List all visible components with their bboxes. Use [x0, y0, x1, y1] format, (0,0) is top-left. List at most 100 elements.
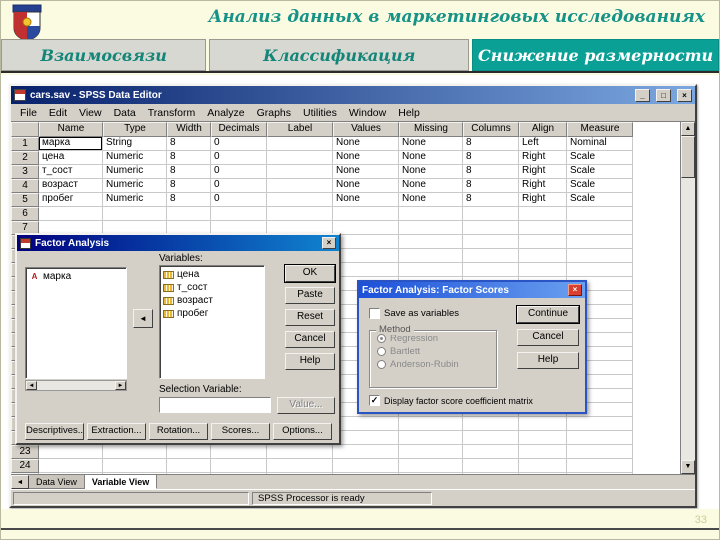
grid-cell[interactable]	[519, 235, 567, 249]
cell-align[interactable]: Right	[519, 165, 567, 179]
menu-data[interactable]: Data	[108, 106, 142, 120]
list-item[interactable]: возраст	[162, 294, 262, 307]
row-number[interactable]: 24	[11, 459, 39, 473]
list-item[interactable]: A марка	[28, 270, 124, 283]
cell-columns[interactable]: 8	[463, 179, 519, 193]
grid-cell[interactable]	[167, 445, 211, 459]
radio-anderson-rubin[interactable]: Anderson-Rubin	[370, 357, 496, 370]
list-item[interactable]: т_сост	[162, 281, 262, 294]
grid-cell[interactable]	[519, 445, 567, 459]
grid-cell[interactable]	[519, 417, 567, 431]
scroll-down-icon[interactable]: ▼	[681, 460, 695, 474]
col-header-name[interactable]: Name	[39, 122, 103, 137]
descriptives-button[interactable]: Descriptives...	[25, 423, 84, 440]
grid-cell[interactable]	[567, 417, 633, 431]
scroll-up-icon[interactable]: ▲	[681, 122, 695, 136]
grid-cell[interactable]	[567, 221, 633, 235]
selected-variables-list[interactable]: цена т_сост возраст пробег	[159, 265, 265, 379]
cell-columns[interactable]: 8	[463, 151, 519, 165]
scroll-right-icon[interactable]: ►	[115, 381, 126, 390]
tab-dimension-reduction[interactable]: Снижение размерности	[472, 39, 719, 71]
row-number[interactable]: 25	[11, 473, 39, 474]
cell-type[interactable]: String	[103, 137, 167, 151]
grid-cell[interactable]	[399, 249, 463, 263]
cell-missing[interactable]: None	[399, 179, 463, 193]
cell-width[interactable]: 8	[167, 193, 211, 207]
row-number[interactable]: 4	[11, 179, 39, 193]
dialog-titlebar[interactable]: Factor Analysis ×	[17, 235, 339, 251]
cell-decimals[interactable]: 0	[211, 193, 267, 207]
grid-cell[interactable]	[399, 263, 463, 277]
cell-measure[interactable]: Scale	[567, 179, 633, 193]
cell-type[interactable]: Numeric	[103, 179, 167, 193]
col-header-type[interactable]: Type	[103, 122, 167, 137]
extraction-button[interactable]: Extraction...	[87, 423, 146, 440]
tab-classification[interactable]: Классификация	[209, 39, 470, 71]
row-number[interactable]: 5	[11, 193, 39, 207]
cell-align[interactable]: Right	[519, 151, 567, 165]
continue-button[interactable]: Continue	[517, 306, 579, 323]
close-icon[interactable]: ×	[322, 237, 336, 249]
cell-decimals[interactable]: 0	[211, 179, 267, 193]
cell-label[interactable]	[267, 179, 333, 193]
cell-values[interactable]: None	[333, 193, 399, 207]
cell-decimals[interactable]: 0	[211, 151, 267, 165]
checkbox-checked-icon[interactable]: ✓	[369, 395, 380, 406]
save-as-variables-option[interactable]: Save as variables	[369, 308, 459, 319]
reset-button[interactable]: Reset	[285, 309, 335, 326]
menu-window[interactable]: Window	[343, 106, 392, 120]
cell-type[interactable]: Numeric	[103, 193, 167, 207]
cell-name[interactable]: возраст	[39, 179, 103, 193]
grid-cell[interactable]	[463, 459, 519, 473]
grid-cell[interactable]	[39, 459, 103, 473]
cell-columns[interactable]: 8	[463, 137, 519, 151]
cell-missing[interactable]: None	[399, 151, 463, 165]
col-header-align[interactable]: Align	[519, 122, 567, 137]
grid-cell[interactable]	[211, 445, 267, 459]
value-button[interactable]: Value...	[277, 397, 335, 414]
tab-variable-view[interactable]: Variable View	[84, 475, 158, 489]
row-number[interactable]: 2	[11, 151, 39, 165]
cancel-button[interactable]: Cancel	[285, 331, 335, 348]
grid-cell[interactable]	[463, 431, 519, 445]
dialog-titlebar[interactable]: Factor Analysis: Factor Scores ×	[359, 282, 585, 298]
row-number[interactable]: 1	[11, 137, 39, 151]
grid-cell[interactable]	[333, 417, 399, 431]
grid-cell[interactable]	[267, 459, 333, 473]
grid-cell[interactable]	[567, 445, 633, 459]
close-icon[interactable]: ×	[568, 284, 582, 296]
cell-decimals[interactable]: 0	[211, 137, 267, 151]
grid-cell[interactable]	[399, 221, 463, 235]
grid-cell[interactable]	[211, 459, 267, 473]
grid-cell[interactable]	[333, 445, 399, 459]
grid-cell[interactable]	[399, 417, 463, 431]
cell-name[interactable]: цена	[39, 151, 103, 165]
col-header-missing[interactable]: Missing	[399, 122, 463, 137]
grid-cell[interactable]	[103, 473, 167, 474]
grid-cell[interactable]	[333, 221, 399, 235]
maximize-button[interactable]: □	[656, 88, 671, 102]
menu-utilities[interactable]: Utilities	[297, 106, 343, 120]
grid-cell[interactable]	[463, 417, 519, 431]
grid-cell[interactable]	[333, 235, 399, 249]
vertical-scrollbar[interactable]: ▲ ▼	[680, 122, 695, 474]
radio-bartlett[interactable]: Bartlett	[370, 344, 496, 357]
grid-cell[interactable]	[39, 445, 103, 459]
grid-cell[interactable]	[399, 459, 463, 473]
help-button[interactable]: Help	[517, 352, 579, 369]
scores-button[interactable]: Scores...	[211, 423, 270, 440]
cell-align[interactable]: Right	[519, 179, 567, 193]
grid-cell[interactable]	[333, 473, 399, 474]
menu-transform[interactable]: Transform	[142, 106, 201, 120]
cell-values[interactable]: None	[333, 151, 399, 165]
grid-cell[interactable]	[399, 431, 463, 445]
cell-name[interactable]: марка	[39, 137, 103, 151]
grid-cell[interactable]	[567, 249, 633, 263]
grid-cell[interactable]	[519, 431, 567, 445]
grid-cell[interactable]	[463, 207, 519, 221]
grid-cell[interactable]	[267, 207, 333, 221]
scrollbar-track[interactable]	[37, 381, 115, 390]
cell-width[interactable]: 8	[167, 151, 211, 165]
ok-button[interactable]: OK	[285, 265, 335, 282]
cell-measure[interactable]: Nominal	[567, 137, 633, 151]
